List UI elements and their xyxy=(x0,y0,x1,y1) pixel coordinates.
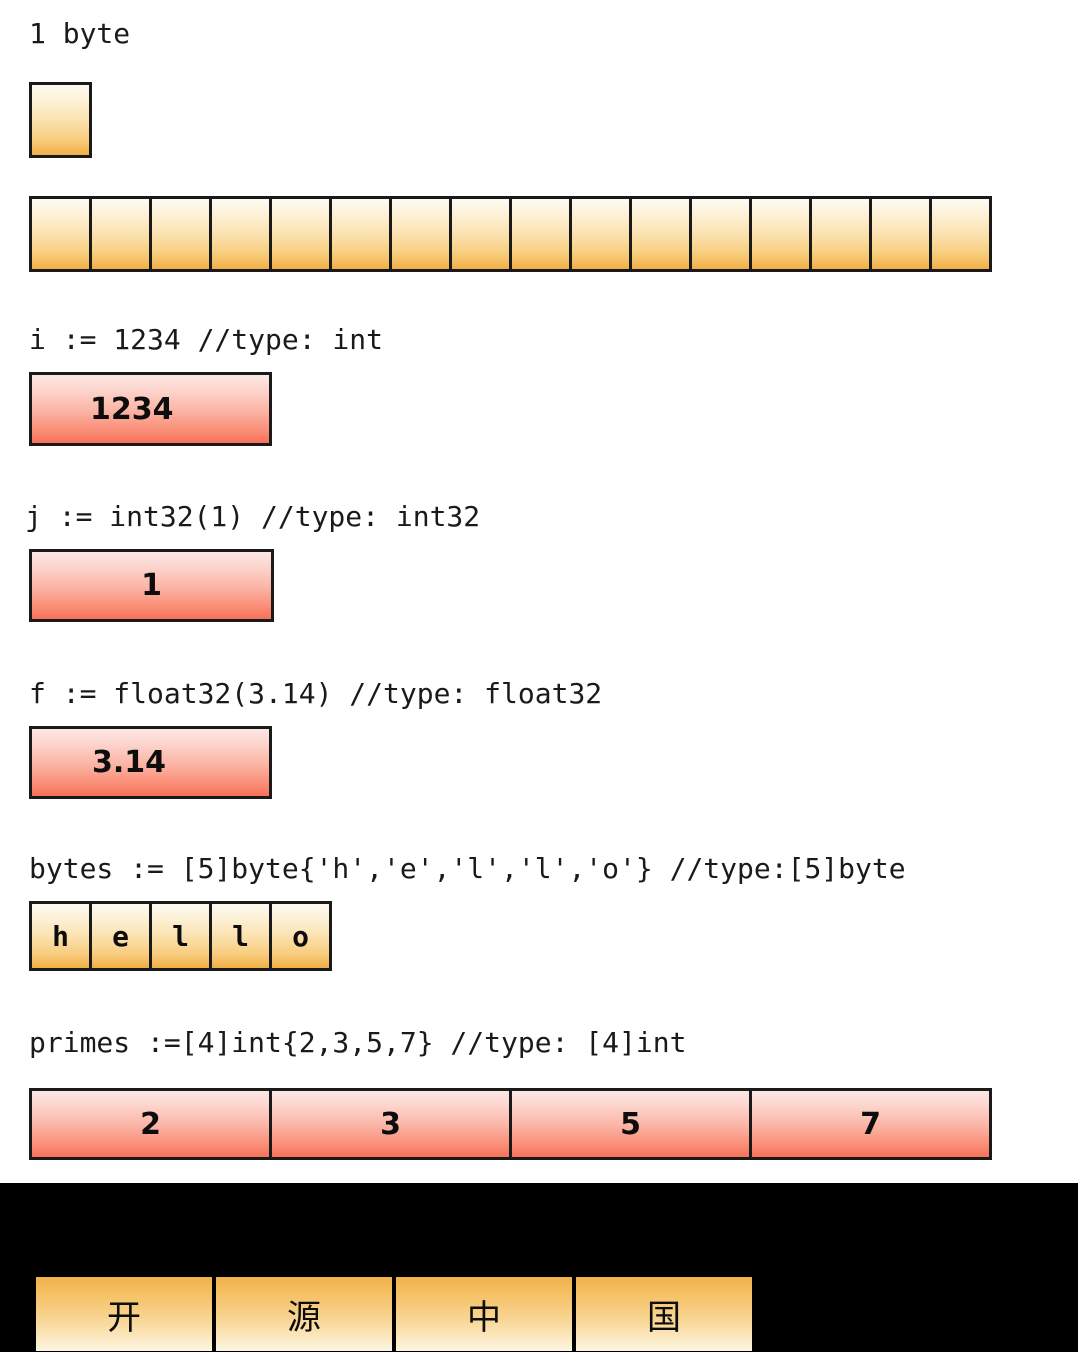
float32-code-line: f := float32(3.14) //type: float32 xyxy=(29,677,603,710)
byte-strip-cell xyxy=(29,196,92,272)
int32-value-row: 1 xyxy=(29,549,274,622)
cjk-value-cell: 国 xyxy=(576,1277,752,1351)
single-byte-cell xyxy=(29,82,92,158)
byte-strip-cell xyxy=(389,196,452,272)
int32-code-line: j := int32(1) //type: int32 xyxy=(25,500,481,533)
byte-strip-cell xyxy=(449,196,512,272)
primes-value-cell: 7 xyxy=(749,1088,992,1160)
bytes-value-row: hello xyxy=(29,901,332,971)
bytes-value-cell: o xyxy=(269,901,332,971)
primes-value-cell: 5 xyxy=(509,1088,752,1160)
byte-label: 1 byte xyxy=(29,17,131,50)
int-value-cell: 1234 xyxy=(29,372,272,446)
byte-strip-cell xyxy=(689,196,752,272)
int32-value-cell: 1 xyxy=(29,549,274,622)
float32-value-row: 3.14 xyxy=(29,726,272,799)
byte-strip-cell xyxy=(269,196,332,272)
bytes-value-cell: h xyxy=(29,901,92,971)
primes-value-row: 2357 xyxy=(29,1088,992,1160)
bytes-value-cell: l xyxy=(149,901,212,971)
byte-strip-cell xyxy=(89,196,152,272)
bytes-value-cell: l xyxy=(209,901,272,971)
byte-strip-cell xyxy=(629,196,692,272)
byte-strip-cell xyxy=(749,196,812,272)
byte-strip-cell xyxy=(329,196,392,272)
bytes-code-line: bytes := [5]byte{'h','e','l','l','o'} //… xyxy=(29,852,906,885)
primes-code-line: primes :=[4]int{2,3,5,7} //type: [4]int xyxy=(29,1026,687,1059)
byte-strip-cell xyxy=(149,196,212,272)
byte-strip-row xyxy=(29,196,992,272)
byte-strip-cell xyxy=(509,196,572,272)
int-value-row: 1234 xyxy=(29,372,272,446)
primes-value-cell: 2 xyxy=(29,1088,272,1160)
byte-strip-cell xyxy=(209,196,272,272)
primes-value-cell: 3 xyxy=(269,1088,512,1160)
single-byte-row xyxy=(29,82,92,158)
cjk-value-cell: 开 xyxy=(36,1277,212,1351)
cjk-value-cell: 源 xyxy=(216,1277,392,1351)
byte-strip-cell xyxy=(929,196,992,272)
byte-strip-cell xyxy=(869,196,932,272)
byte-strip-cell xyxy=(569,196,632,272)
cjk-value-cell: 中 xyxy=(396,1277,572,1351)
int-code-line: i := 1234 //type: int xyxy=(29,323,384,356)
bytes-value-cell: e xyxy=(89,901,152,971)
float32-value-cell: 3.14 xyxy=(29,726,272,799)
cjk-value-row: 开源中国 xyxy=(36,1277,752,1351)
diagram-canvas: 1 byte i := 1234 //type: int 1234 j := i… xyxy=(0,0,1078,1352)
byte-strip-cell xyxy=(809,196,872,272)
